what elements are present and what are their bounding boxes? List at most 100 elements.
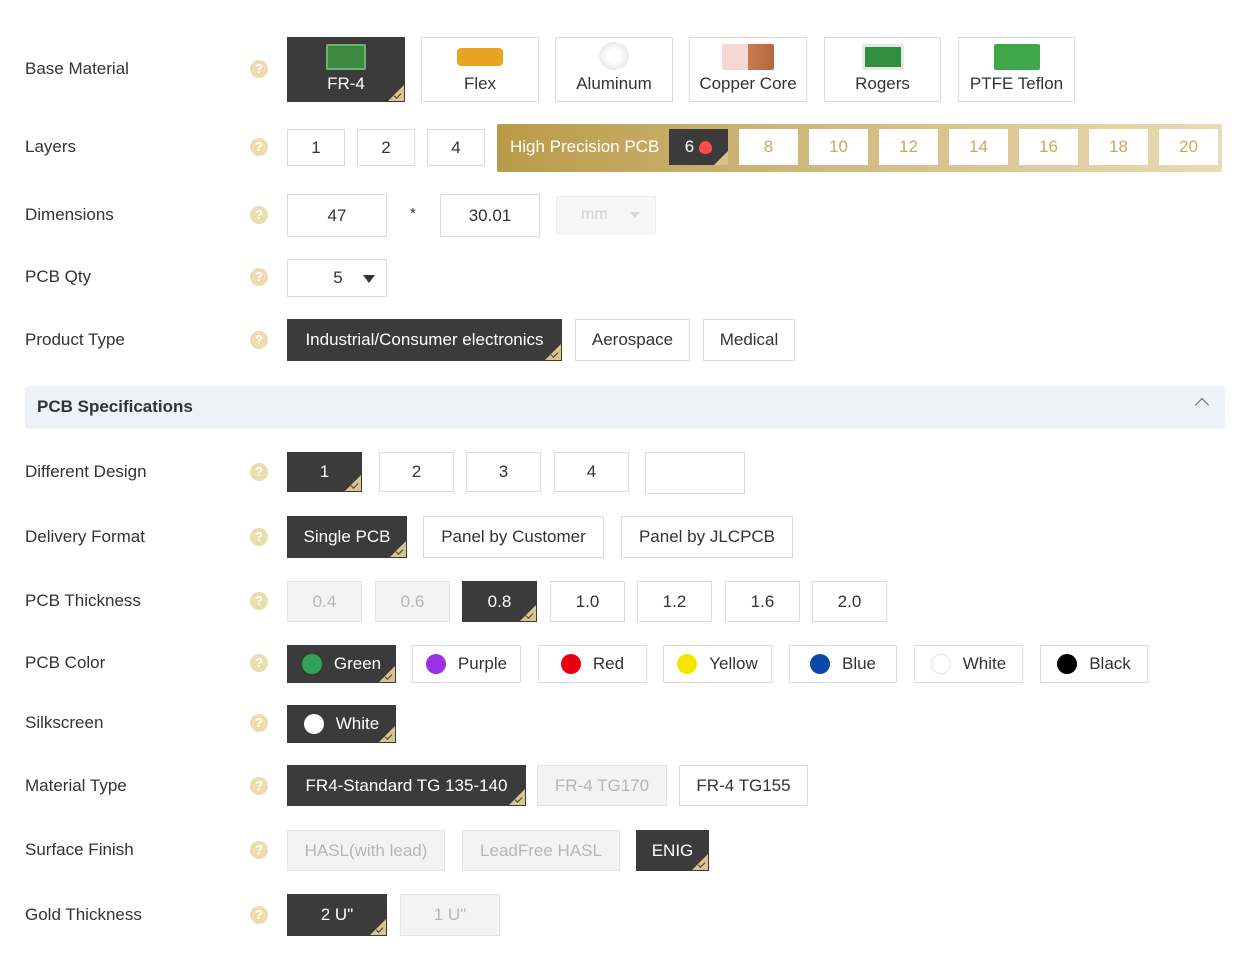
red-swatch-icon [560, 654, 581, 674]
thickness-option-1-0[interactable]: 1.0 [550, 581, 625, 622]
pcb-color-label: PCB Color [25, 653, 106, 672]
silkscreen-value: White [335, 714, 380, 733]
color-option-blue[interactable]: Blue [789, 645, 897, 683]
layer-option-2[interactable]: 2 [357, 129, 415, 166]
white-swatch-icon [303, 714, 324, 734]
copper-core-board-icon [722, 44, 774, 70]
color-option-label: Black [1089, 654, 1131, 673]
black-swatch-icon [1057, 654, 1078, 674]
help-icon[interactable]: ? [250, 60, 268, 78]
layer-option-10[interactable]: 10 [809, 129, 868, 165]
thickness-option-0-4: 0.4 [287, 581, 362, 622]
thickness-option-2-0[interactable]: 2.0 [812, 581, 887, 622]
flex-board-icon [457, 48, 503, 66]
section-title: PCB Specifications [37, 397, 193, 416]
material-option-label: Copper Core [699, 74, 797, 93]
color-option-green[interactable]: Green [287, 645, 396, 683]
delivery-single-pcb[interactable]: Single PCB [287, 516, 407, 558]
pcb-thickness-label: PCB Thickness [25, 591, 141, 610]
base-material-label: Base Material [25, 59, 129, 78]
thickness-option-0-8[interactable]: 0.8 [462, 581, 537, 622]
design-custom-input[interactable] [645, 452, 745, 494]
different-design-label: Different Design [25, 462, 147, 481]
unit-value: mm [581, 206, 608, 223]
thickness-option-0-6: 0.6 [375, 581, 450, 622]
help-icon[interactable]: ? [250, 654, 268, 672]
help-icon[interactable]: ? [250, 841, 268, 859]
dimension-width-input[interactable]: 47 [287, 194, 387, 237]
finish-hasl-with-lead: HASL(with lead) [287, 830, 445, 871]
layers-label: Layers [25, 137, 77, 156]
chevron-up-icon[interactable] [1194, 397, 1210, 413]
material-option-fr4[interactable]: FR-4 [287, 37, 405, 102]
pcb-qty-label: PCB Qty [25, 267, 92, 286]
thickness-option-1-6[interactable]: 1.6 [725, 581, 800, 622]
layer-option-16[interactable]: 16 [1019, 129, 1078, 165]
help-icon[interactable]: ? [250, 906, 268, 924]
color-option-label: Yellow [709, 654, 758, 673]
color-option-yellow[interactable]: Yellow [663, 645, 772, 683]
help-icon[interactable]: ? [250, 777, 268, 795]
design-option-1[interactable]: 1 [287, 452, 362, 492]
help-icon[interactable]: ? [250, 528, 268, 546]
help-icon[interactable]: ? [250, 138, 268, 156]
pcb-specifications-header[interactable]: PCB Specifications [25, 386, 1225, 429]
color-option-black[interactable]: Black [1040, 645, 1148, 683]
layer-option-18[interactable]: 18 [1089, 129, 1148, 165]
layer-option-20[interactable]: 20 [1159, 129, 1218, 165]
layer-option-14[interactable]: 14 [949, 129, 1008, 165]
help-icon[interactable]: ? [250, 206, 268, 224]
ptfe-board-icon [993, 44, 1040, 70]
delivery-panel-by-jlcpcb[interactable]: Panel by JLCPCB [621, 516, 793, 558]
layer-option-1[interactable]: 1 [287, 129, 345, 166]
material-option-label: Rogers [855, 74, 910, 93]
dimension-separator: * [410, 205, 416, 222]
pcb-qty-value: 5 [333, 268, 343, 287]
dimension-height-input[interactable]: 30.01 [440, 194, 540, 237]
color-option-label: Purple [457, 654, 508, 673]
color-option-white[interactable]: White [914, 645, 1023, 683]
finish-enig[interactable]: ENIG [636, 830, 709, 871]
dimension-unit-select[interactable]: mm [556, 196, 656, 234]
help-icon[interactable]: ? [250, 331, 268, 349]
layer-option-8[interactable]: 8 [739, 129, 798, 165]
help-icon[interactable]: ? [250, 463, 268, 481]
layer-option-4[interactable]: 4 [427, 129, 485, 166]
color-option-label: Green [333, 654, 382, 673]
hot-flame-icon [699, 140, 713, 154]
material-option-rogers[interactable]: Rogers [824, 37, 941, 102]
design-option-2[interactable]: 2 [379, 452, 454, 492]
fr4-board-icon [326, 44, 366, 70]
material-option-copper-core[interactable]: Copper Core [689, 37, 807, 102]
design-option-4[interactable]: 4 [554, 452, 629, 492]
material-option-ptfe-teflon[interactable]: PTFE Teflon [958, 37, 1075, 102]
layer-option-6[interactable]: 6 [669, 129, 728, 165]
chevron-down-icon [363, 275, 375, 283]
silkscreen-option-white[interactable]: White [287, 705, 396, 743]
gold-thickness-label: Gold Thickness [25, 905, 142, 924]
material-option-label: Aluminum [576, 74, 652, 93]
help-icon[interactable]: ? [250, 592, 268, 610]
layer-option-12[interactable]: 12 [879, 129, 938, 165]
pcb-qty-select[interactable]: 5 [287, 259, 387, 297]
delivery-panel-by-customer[interactable]: Panel by Customer [423, 516, 604, 558]
material-type-label: Material Type [25, 776, 127, 795]
material-type-standard[interactable]: FR4-Standard TG 135-140 [287, 765, 526, 806]
material-option-aluminum[interactable]: Aluminum [555, 37, 673, 102]
color-option-purple[interactable]: Purple [412, 645, 521, 683]
product-type-industrial[interactable]: Industrial/Consumer electronics [287, 319, 562, 361]
product-type-medical[interactable]: Medical [703, 319, 795, 361]
help-icon[interactable]: ? [250, 268, 268, 286]
white-swatch-icon [930, 654, 951, 674]
material-option-label: Flex [463, 74, 497, 93]
gold-thickness-2u[interactable]: 2 U" [287, 894, 387, 936]
purple-swatch-icon [425, 654, 446, 674]
product-type-aerospace[interactable]: Aerospace [575, 319, 690, 361]
material-option-flex[interactable]: Flex [421, 37, 539, 102]
color-option-red[interactable]: Red [538, 645, 647, 683]
material-type-tg155[interactable]: FR-4 TG155 [679, 765, 808, 806]
thickness-option-1-2[interactable]: 1.2 [637, 581, 712, 622]
design-option-3[interactable]: 3 [466, 452, 541, 492]
help-icon[interactable]: ? [250, 714, 268, 732]
product-type-label: Product Type [25, 330, 125, 349]
